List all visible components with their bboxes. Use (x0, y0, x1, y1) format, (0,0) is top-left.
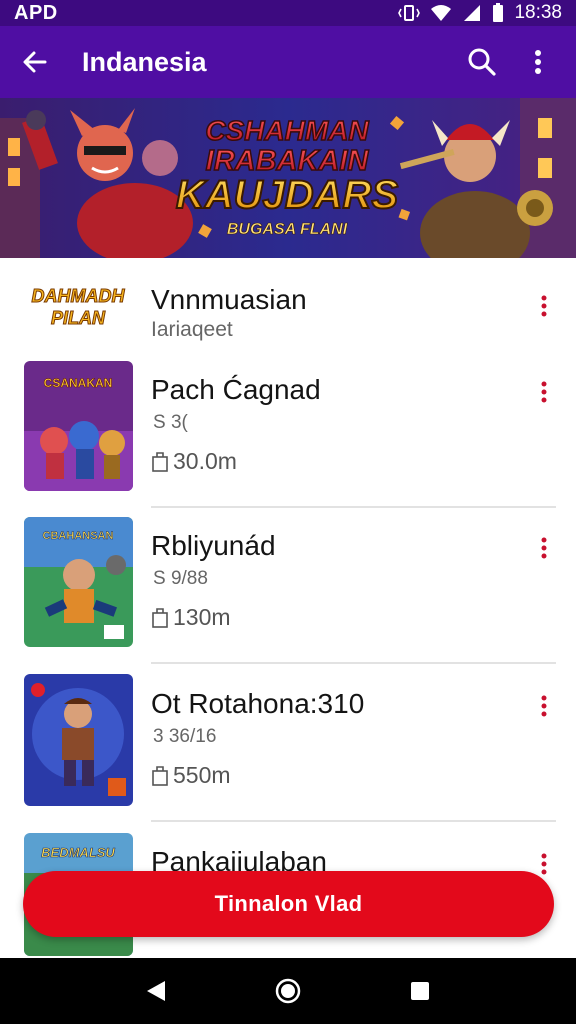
app-size: 550m (151, 762, 231, 789)
featured-logo: DAHMADH PILAN (26, 280, 130, 336)
app-version: S 3( (153, 412, 188, 433)
more-vertical-icon (541, 853, 547, 875)
search-button[interactable] (454, 26, 510, 98)
home-circle-icon (275, 978, 301, 1004)
package-icon (152, 765, 168, 786)
app-thumbnail: CBAHANSAN (24, 517, 133, 647)
featured-subtitle: Iariaqeet (151, 318, 233, 341)
app-list: DAHMADH PILAN Vnnmuasian Iariaqeet CSANA… (0, 258, 576, 958)
divider (151, 662, 556, 664)
vibrate-icon (398, 5, 421, 21)
hero-banner[interactable]: CSHAHMAN IRABAKAIN KAUJDARS BUGASA FLANI (0, 98, 576, 258)
list-item[interactable]: CSANAKAN Pach Ćagnad S 3( 30.0m (0, 354, 576, 510)
battery-icon (493, 3, 504, 22)
install-button[interactable]: Tinnalon Vlad (23, 871, 554, 937)
more-vertical-icon (541, 695, 547, 717)
divider (151, 820, 556, 822)
svg-text:BEDMALSU: BEDMALSU (41, 845, 115, 860)
app-title: Pach Ćagnad (151, 374, 321, 405)
signal-icon (464, 5, 481, 21)
app-thumbnail: CSANAKAN (24, 361, 133, 491)
back-button[interactable] (0, 26, 70, 98)
square-recents-icon (411, 982, 429, 1000)
more-vertical-icon (541, 295, 547, 317)
app-size: 130m (151, 604, 231, 631)
app-title: Rbliyunád (151, 530, 276, 561)
svg-text:CBAHANSAN: CBAHANSAN (43, 530, 114, 542)
arrow-left-icon (23, 51, 47, 73)
search-icon (468, 48, 496, 76)
svg-text:CSHAHMAN: CSHAHMAN (205, 115, 369, 146)
app-size: 30.0m (151, 448, 237, 475)
app-bar: Indanesia (0, 26, 576, 98)
list-item[interactable]: Ot Rotahona:310 3 36/16 550m (0, 666, 576, 826)
svg-text:KAUJDARS: KAUJDARS (176, 173, 399, 217)
wifi-icon (431, 5, 452, 21)
more-vertical-icon (541, 537, 547, 559)
package-icon (152, 451, 168, 472)
status-bar: APD 18:38 (0, 0, 576, 26)
app-title: Ot Rotahona:310 (151, 688, 365, 719)
app-size-value: 30.0m (173, 448, 237, 474)
page-title: Indanesia (82, 46, 207, 77)
status-icons: 18:38 (398, 2, 562, 24)
list-item[interactable]: CBAHANSAN Rbliyunád S 9/88 130m (0, 510, 576, 666)
item-more-button[interactable] (530, 372, 558, 412)
status-time: 18:38 (514, 2, 562, 23)
triangle-back-icon (147, 981, 165, 1001)
item-more-button[interactable] (530, 286, 558, 326)
more-vertical-icon (541, 381, 547, 403)
nav-home-button[interactable] (263, 966, 313, 1016)
system-nav-bar (0, 958, 576, 1024)
status-carrier: APD (14, 1, 58, 24)
list-item-featured[interactable]: DAHMADH PILAN Vnnmuasian Iariaqeet (0, 258, 576, 354)
more-vertical-icon (535, 50, 541, 74)
svg-text:CSANAKAN: CSANAKAN (44, 376, 113, 390)
overflow-menu-button[interactable] (510, 26, 566, 98)
app-size-value: 130m (173, 604, 231, 630)
app-version: 3 36/16 (153, 726, 217, 747)
svg-text:BUGASA FLANI: BUGASA FLANI (227, 221, 348, 238)
app-version: S 9/88 (153, 568, 208, 589)
app-size-value: 550m (173, 762, 231, 788)
divider (151, 506, 556, 508)
featured-title: Vnnmuasian (151, 284, 307, 315)
item-more-button[interactable] (530, 686, 558, 726)
svg-text:DAHMADH: DAHMADH (32, 286, 126, 306)
svg-text:PILAN: PILAN (51, 308, 106, 328)
package-icon (152, 607, 168, 628)
item-more-button[interactable] (530, 528, 558, 568)
nav-back-button[interactable] (131, 966, 181, 1016)
nav-recents-button[interactable] (395, 966, 445, 1016)
app-thumbnail (24, 674, 133, 806)
